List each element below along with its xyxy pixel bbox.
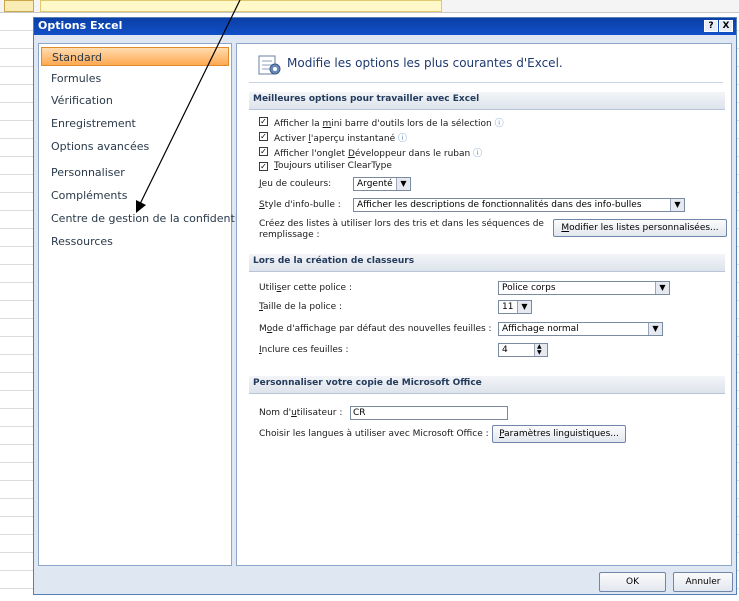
- edit-custom-lists-button[interactable]: Modifier les listes personnalisées...: [553, 219, 727, 237]
- default-view-select[interactable]: Affichage normal ▼: [498, 322, 663, 336]
- font-select[interactable]: Police corps ▼: [498, 281, 670, 295]
- chevron-down-icon[interactable]: ▼: [396, 178, 410, 190]
- nav-item-options-avancees[interactable]: Options avancées: [41, 137, 229, 156]
- label-username: Nom d'utilisateur :: [259, 408, 343, 418]
- label-default-view: Mode d'affichage par défaut des nouvelle…: [259, 324, 492, 334]
- chevron-down-icon[interactable]: ▼: [517, 301, 531, 313]
- label-mini-toolbar: Afficher la mini barre d'outils lors de …: [274, 119, 504, 129]
- color-scheme-select[interactable]: Argenté ▼: [353, 177, 411, 191]
- section-title: Lors de la création de classeurs: [253, 256, 415, 266]
- options-content: Modifie les options les plus courantes d…: [236, 43, 732, 566]
- header-text: Modifie les options les plus courantes d…: [287, 56, 563, 70]
- label-languages: Choisir les langues à utiliser avec Micr…: [259, 429, 489, 439]
- label-color-scheme: Jeu de couleurs:: [259, 179, 332, 189]
- options-header-icon: [258, 55, 281, 75]
- username-input[interactable]: CR: [350, 406, 508, 420]
- checkbox-cleartype[interactable]: ✓: [259, 162, 268, 171]
- checkbox-live-preview[interactable]: ✓: [259, 132, 268, 141]
- label-sheet-count: Inclure ces feuilles :: [259, 345, 349, 355]
- chevron-down-icon[interactable]: ▼: [648, 323, 662, 335]
- spinner-arrows-icon[interactable]: ▲ ▼: [534, 343, 547, 356]
- nav-item-complements[interactable]: Compléments: [41, 186, 229, 205]
- section-header-new-workbooks: Lors de la création de classeurs: [249, 254, 725, 272]
- close-button[interactable]: X: [719, 20, 733, 32]
- section-title: Personnaliser votre copie de Microsoft O…: [253, 378, 482, 388]
- checkbox-mini-toolbar[interactable]: ✓: [259, 117, 268, 126]
- checkbox-developer-tab[interactable]: ✓: [259, 147, 268, 156]
- chevron-down-icon[interactable]: ▼: [655, 282, 669, 294]
- font-size-select[interactable]: 11 ▼: [498, 300, 532, 314]
- section-header-personalize: Personnaliser votre copie de Microsoft O…: [249, 376, 725, 394]
- nav-item-enregistrement[interactable]: Enregistrement: [41, 114, 229, 133]
- section-title: Meilleures options pour travailler avec …: [253, 94, 480, 104]
- label-tooltip-style: Style d'info-bulle :: [259, 200, 341, 210]
- label-font-size: Taille de la police :: [259, 302, 343, 312]
- info-icon: ⓘ: [473, 149, 483, 159]
- info-icon: ⓘ: [494, 119, 504, 129]
- info-icon: ⓘ: [397, 134, 407, 144]
- dialog-title: Options Excel: [38, 19, 123, 32]
- font-value: Police corps: [502, 283, 556, 293]
- tooltip-style-value: Afficher les descriptions de fonctionnal…: [357, 200, 642, 210]
- chevron-down-icon[interactable]: ▼: [670, 199, 684, 211]
- font-size-value: 11: [502, 302, 514, 312]
- sheet-count-value: 4: [502, 345, 508, 355]
- language-settings-button[interactable]: Paramètres linguistiques...: [492, 425, 626, 443]
- nav-item-formules[interactable]: Formules: [41, 69, 229, 88]
- label-live-preview: Activer l'aperçu instantané ⓘ: [274, 134, 407, 144]
- help-button[interactable]: ?: [704, 20, 718, 32]
- lists-description-line2: remplissage :: [259, 230, 320, 240]
- ok-button[interactable]: OK: [599, 572, 666, 592]
- default-view-value: Affichage normal: [502, 324, 579, 334]
- options-nav: Standard Formules Vérification Enregistr…: [38, 43, 262, 566]
- nav-item-verification[interactable]: Vérification: [41, 91, 229, 110]
- label-cleartype: Toujours utiliser ClearType: [274, 161, 392, 171]
- nav-item-personnaliser[interactable]: Personnaliser: [41, 163, 229, 182]
- cancel-button[interactable]: Annuler: [673, 572, 733, 592]
- section-header-best-options: Meilleures options pour travailler avec …: [249, 92, 725, 110]
- name-box[interactable]: [4, 0, 34, 12]
- nav-item-confidentialite[interactable]: Centre de gestion de la confidentialité: [41, 209, 262, 228]
- nav-item-standard[interactable]: Standard: [41, 47, 229, 66]
- label-font: Utiliser cette police :: [259, 283, 352, 293]
- formula-input[interactable]: [40, 0, 442, 12]
- nav-item-ressources[interactable]: Ressources: [41, 232, 229, 251]
- color-scheme-value: Argenté: [357, 179, 393, 189]
- label-developer-tab: Afficher l'onglet Développeur dans le ru…: [274, 149, 483, 159]
- sheet-count-spinner[interactable]: 4 ▲ ▼: [498, 343, 548, 357]
- lists-description-line1: Créez des listes à utiliser lors des tri…: [259, 219, 544, 229]
- tooltip-style-select[interactable]: Afficher les descriptions de fonctionnal…: [353, 198, 685, 212]
- options-dialog: Options Excel ? X Standard Formules Véri…: [33, 17, 737, 595]
- header-divider: [249, 82, 723, 83]
- dialog-titlebar[interactable]: Options Excel ? X: [34, 18, 736, 35]
